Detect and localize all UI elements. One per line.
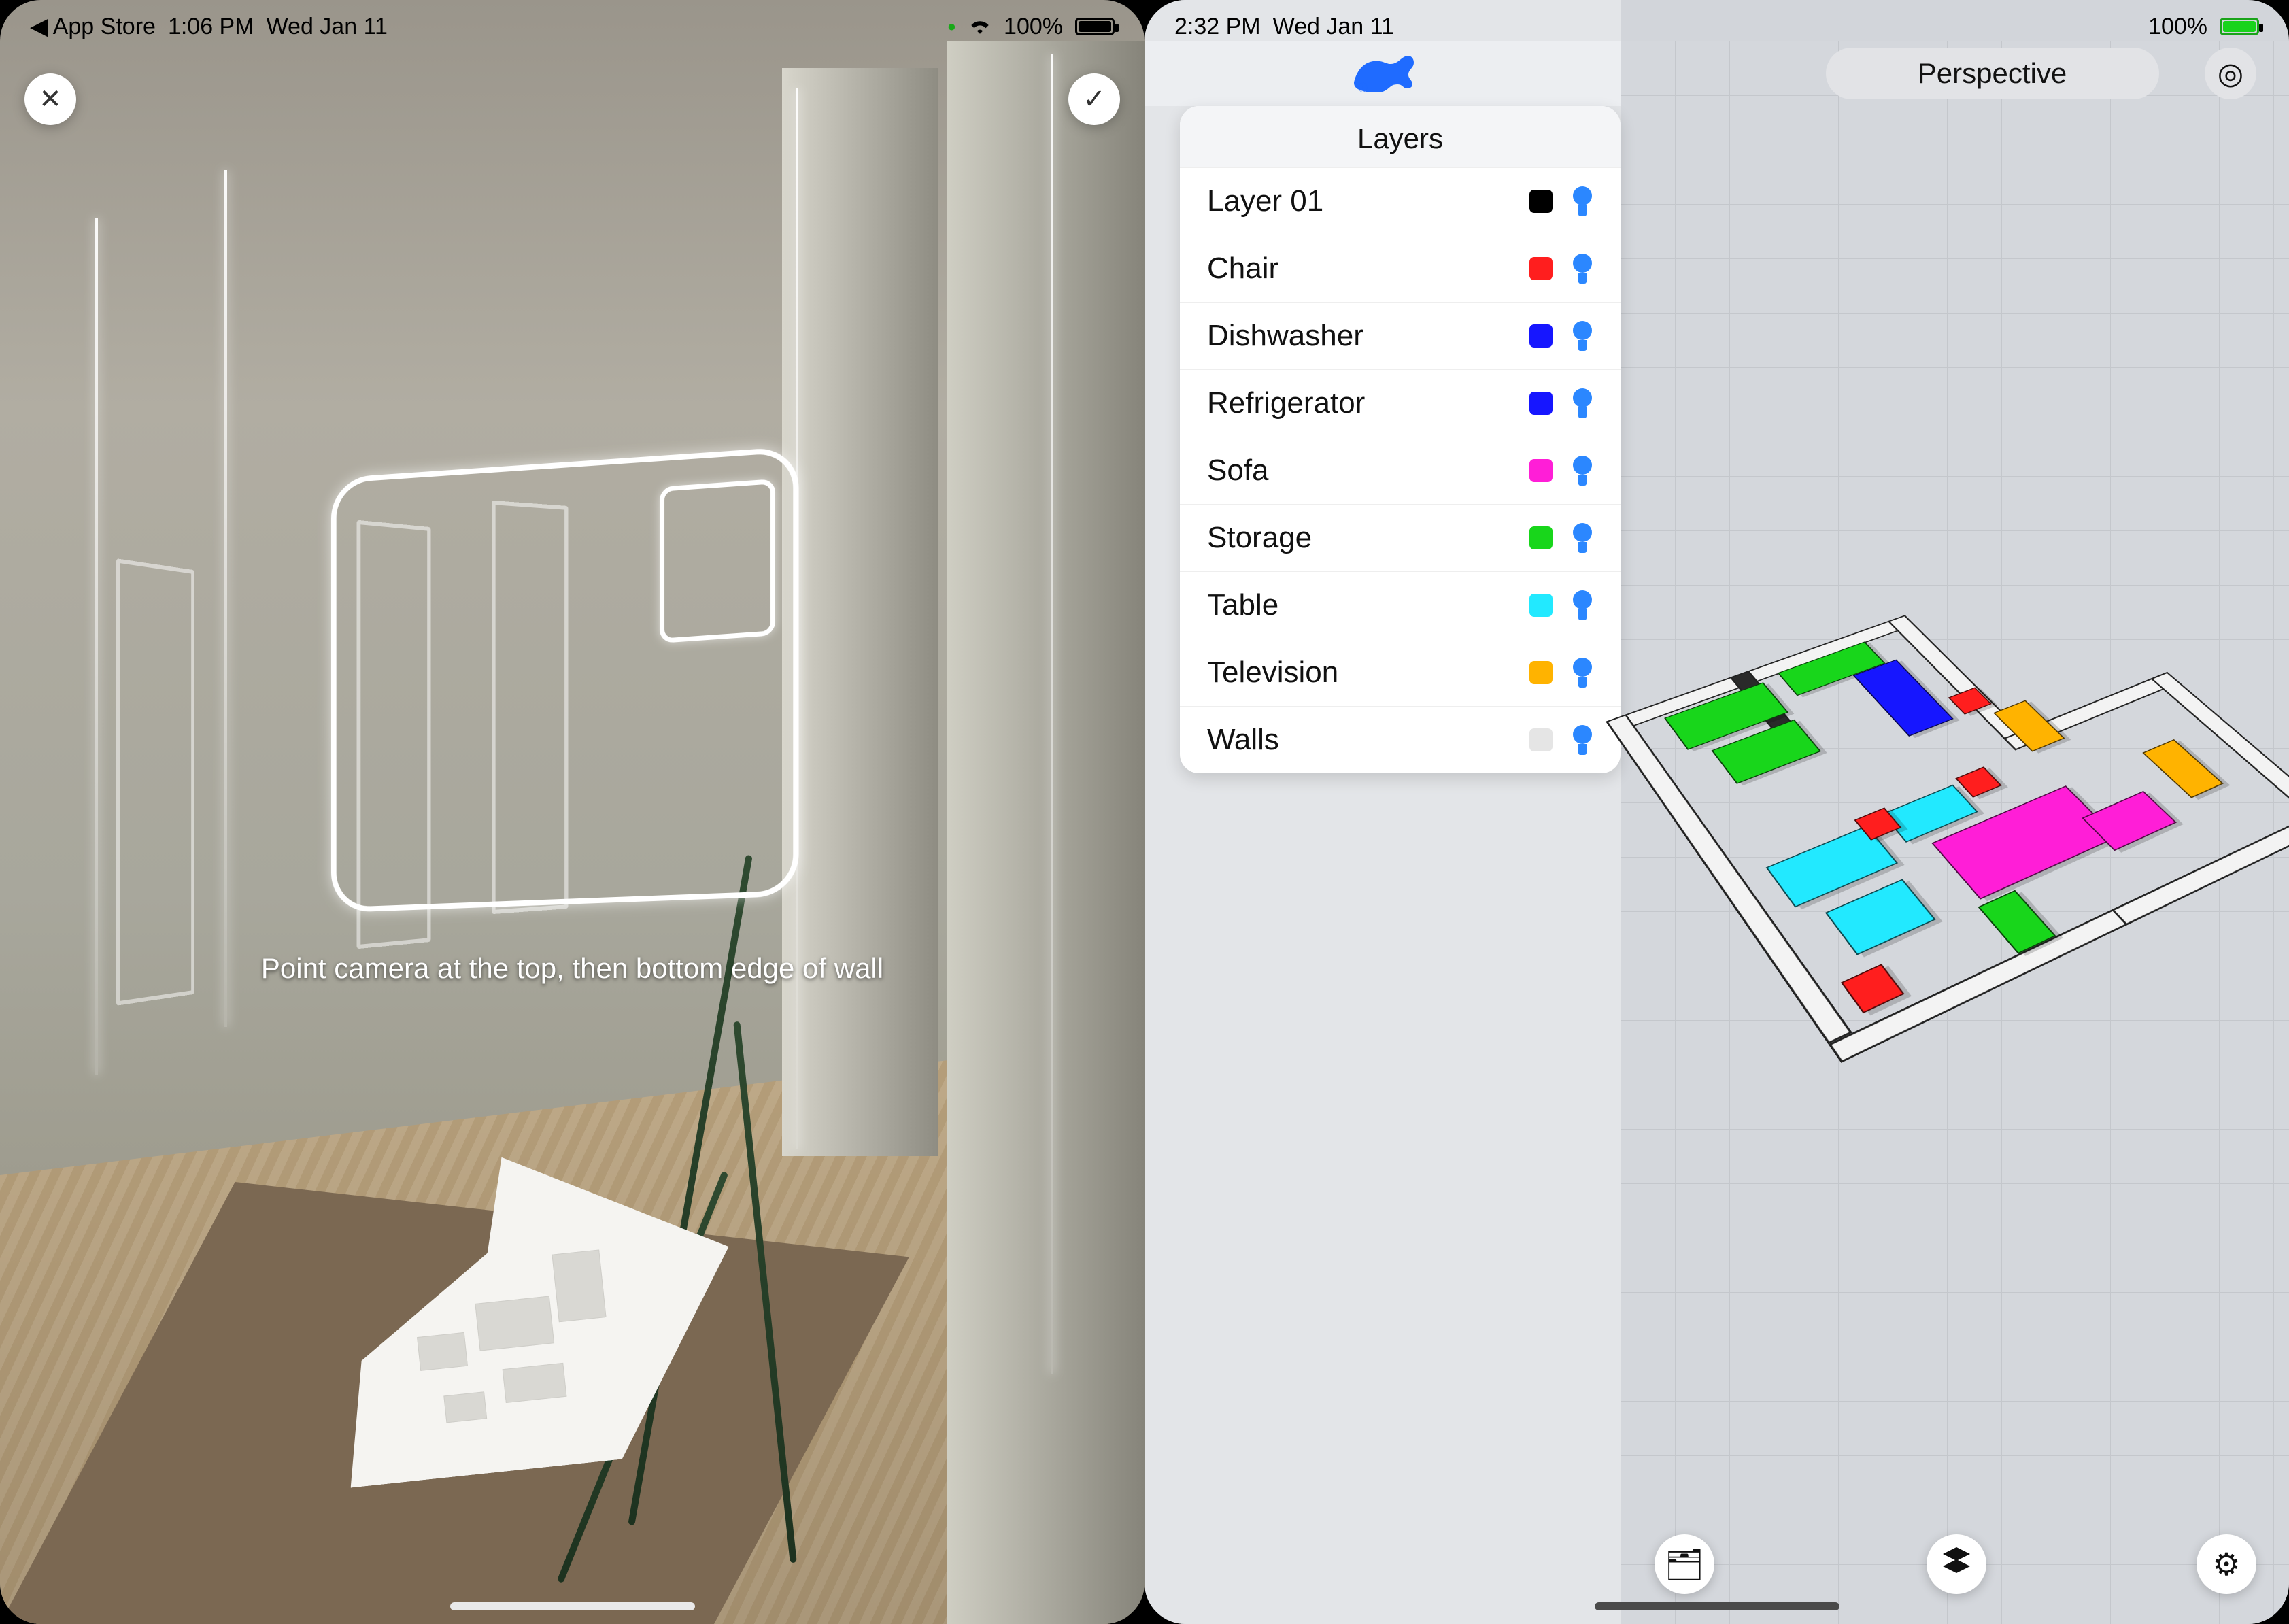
status-battery-pct: 100% [1004,14,1063,40]
layer-name: Storage [1207,521,1312,555]
status-bar-left: ◀ App Store 1:06 PM Wed Jan 11 ● 100% [0,10,1144,44]
obj-table [1825,879,1936,955]
layer-color-swatch[interactable] [1529,459,1553,482]
ar-edge [1051,54,1053,1374]
scene-pillar-center [782,68,938,1156]
layer-row[interactable]: Sofa [1180,437,1621,504]
layers-panel-title: Layers [1180,106,1621,167]
status-battery-pct: 100% [2148,14,2207,40]
obj-sofa [1931,785,2118,900]
lightbulb-visibility-icon[interactable] [1572,254,1593,284]
layers-panel: Layers Layer 01 Chair Dishwasher Refrige… [1180,106,1621,773]
status-time: 2:32 PM [1174,14,1261,40]
battery-icon [1075,18,1115,35]
scene-pillar-right [947,41,1144,1624]
display-mode-button[interactable]: ◎ [2205,48,2256,99]
ar-edge [224,170,227,1027]
gear-icon: ⚙ [2212,1546,2240,1583]
lightbulb-visibility-icon[interactable] [1572,658,1593,688]
folder-icon: 🗂 [1665,1546,1704,1583]
app-header: ⓘ [1144,41,1621,106]
status-bar-right: 2:32 PM Wed Jan 11 100% [1144,10,2289,44]
layer-color-swatch[interactable] [1529,661,1553,684]
svg-text:ⓘ: ⓘ [1358,82,1368,93]
layer-name: Table [1207,588,1278,622]
back-to-app-label[interactable]: ◀ App Store [30,13,156,40]
ar-capture-frame-inset [660,479,775,643]
files-button[interactable]: 🗂 [1655,1534,1714,1594]
check-icon: ✓ [1083,84,1106,115]
layer-name: Sofa [1207,454,1269,488]
layer-color-swatch[interactable] [1529,257,1553,280]
status-date: Wed Jan 11 [267,14,388,40]
viewport-mode-selector[interactable]: Perspective [1826,48,2159,99]
layer-row[interactable]: Chair [1180,235,1621,302]
layer-row[interactable]: Dishwasher [1180,302,1621,369]
roomplan-ar-app: Point camera at the top, then bottom edg… [0,0,1144,1624]
layer-name: Refrigerator [1207,386,1365,420]
layer-name: Walls [1207,723,1279,757]
viewport-mode-label: Perspective [1918,57,2067,90]
layers-button[interactable] [1927,1534,1986,1594]
confirm-button[interactable]: ✓ [1068,73,1120,125]
display-mode-icon: ◎ [2218,56,2243,91]
irhino-3d-app: 2:32 PM Wed Jan 11 100% ⓘ Layers Layer 0… [1144,0,2289,1624]
layer-color-swatch[interactable] [1529,526,1553,549]
layer-name: Layer 01 [1207,184,1323,218]
location-indicator-icon: ● [947,18,956,35]
layer-row[interactable]: Storage [1180,504,1621,571]
layer-color-swatch[interactable] [1529,728,1553,751]
ar-instruction-text: Point camera at the top, then bottom edg… [0,952,1144,985]
layer-name: Chair [1207,252,1278,286]
layer-row[interactable]: Table [1180,571,1621,639]
wifi-icon [968,14,991,40]
close-icon: ✕ [39,84,62,115]
home-indicator[interactable] [1595,1602,1839,1610]
layer-row[interactable]: Refrigerator [1180,369,1621,437]
rhino-logo-icon: ⓘ [1349,44,1417,104]
layers-icon [1940,1544,1973,1585]
lightbulb-visibility-icon[interactable] [1572,523,1593,553]
layer-row[interactable]: Television [1180,639,1621,706]
layer-row[interactable]: Layer 01 [1180,167,1621,235]
settings-button[interactable]: ⚙ [2197,1534,2256,1594]
lightbulb-visibility-icon[interactable] [1572,388,1593,418]
status-time: 1:06 PM [168,14,254,40]
obj-chair [1955,766,2002,798]
status-date: Wed Jan 11 [1273,14,1394,40]
layer-name: Television [1207,656,1338,690]
close-button[interactable]: ✕ [24,73,76,125]
obj-chair [1841,964,1905,1013]
ar-doorway [116,558,194,1006]
layer-color-swatch[interactable] [1529,190,1553,213]
ar-edge [95,218,98,1075]
layer-row[interactable]: Walls [1180,706,1621,773]
lightbulb-visibility-icon[interactable] [1572,321,1593,351]
lightbulb-visibility-icon[interactable] [1572,590,1593,620]
battery-charging-icon [2220,18,2259,35]
lightbulb-visibility-icon[interactable] [1572,186,1593,216]
lightbulb-visibility-icon[interactable] [1572,456,1593,486]
layer-color-swatch[interactable] [1529,324,1553,348]
home-indicator[interactable] [450,1602,695,1610]
layer-name: Dishwasher [1207,319,1363,353]
obj-television [2142,739,2224,798]
layer-color-swatch[interactable] [1529,392,1553,415]
layer-color-swatch[interactable] [1529,594,1553,617]
